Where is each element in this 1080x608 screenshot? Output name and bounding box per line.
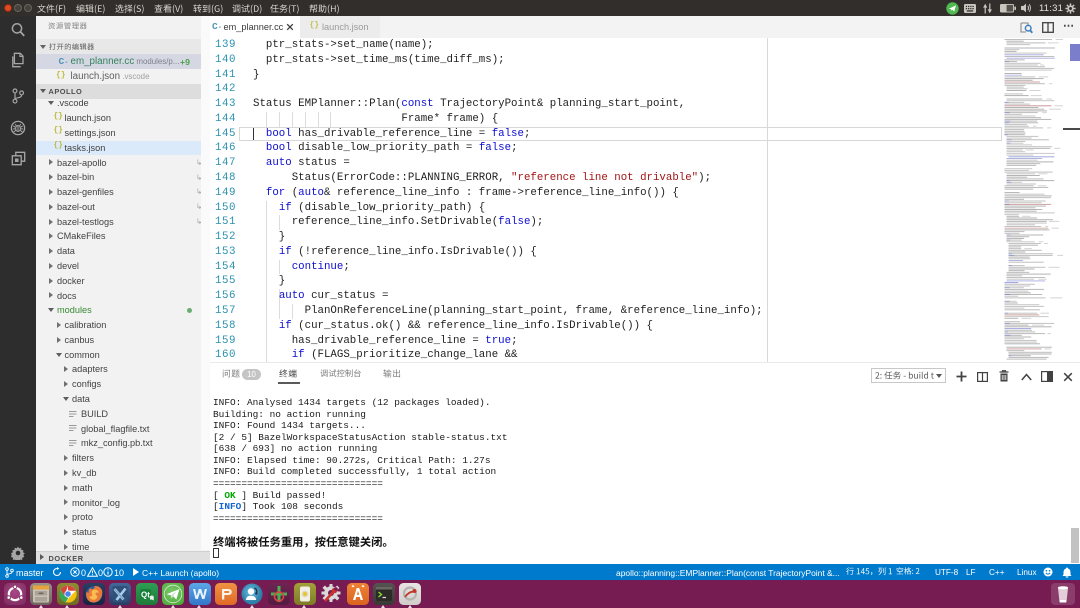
svg-text:Qt: Qt bbox=[141, 591, 150, 600]
